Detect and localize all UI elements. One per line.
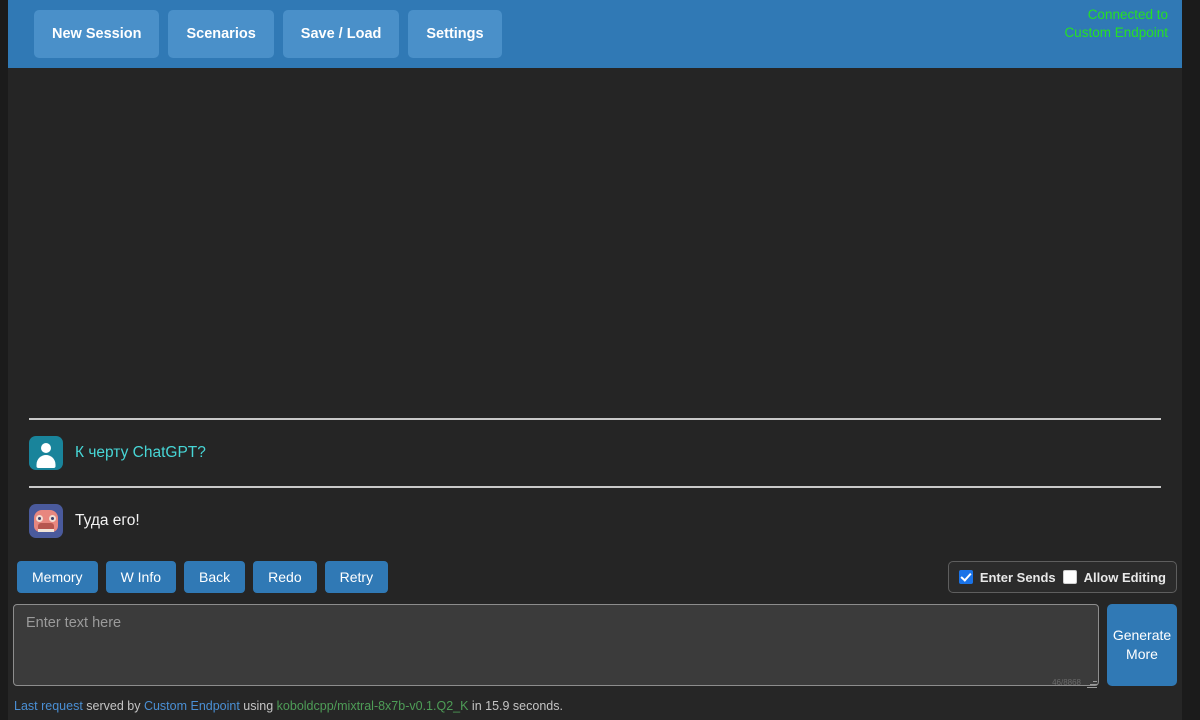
action-button-group: Memory W Info Back Redo Retry xyxy=(12,561,388,593)
app-root: New Session Scenarios Save / Load Settin… xyxy=(0,0,1200,720)
nav-button-new-session[interactable]: New Session xyxy=(34,10,159,58)
nav-button-save-load[interactable]: Save / Load xyxy=(283,10,400,58)
connection-status-line2: Custom Endpoint xyxy=(988,24,1168,42)
chat-message-text: Туда его! xyxy=(75,511,140,531)
model-name: koboldcpp/mixtral-8x7b-v0.1.Q2_K xyxy=(277,699,469,713)
generate-more-button[interactable]: Generate More xyxy=(1107,604,1177,686)
last-request-link[interactable]: Last request xyxy=(14,699,83,713)
status-duration: in 15.9 seconds. xyxy=(468,699,563,713)
input-row: 46/8868 Generate More xyxy=(8,600,1182,696)
nav-button-group: New Session Scenarios Save / Load Settin… xyxy=(8,10,502,58)
allow-editing-label[interactable]: Allow Editing xyxy=(1084,570,1166,585)
chat-message-text: К черту ChatGPT? xyxy=(75,443,206,463)
option-allow-editing[interactable]: Allow Editing xyxy=(1063,570,1166,585)
status-served-by: served by xyxy=(83,699,144,713)
generate-label-line1: Generate xyxy=(1113,627,1171,643)
options-group: Enter Sends Allow Editing xyxy=(948,561,1177,593)
enter-sends-checkbox[interactable] xyxy=(959,570,973,584)
connection-status: Connected to Custom Endpoint xyxy=(988,6,1168,42)
allow-editing-checkbox[interactable] xyxy=(1063,570,1077,584)
endpoint-link[interactable]: Custom Endpoint xyxy=(144,699,240,713)
chat-message-bot[interactable]: Туда его! xyxy=(20,488,1170,554)
nav-button-settings[interactable]: Settings xyxy=(408,10,501,58)
action-button-retry[interactable]: Retry xyxy=(325,561,388,593)
action-button-w-info[interactable]: W Info xyxy=(106,561,176,593)
text-input-wrapper: 46/8868 xyxy=(13,604,1099,691)
action-toolbar: Memory W Info Back Redo Retry Enter Send… xyxy=(8,554,1182,600)
action-button-memory[interactable]: Memory xyxy=(17,561,98,593)
nav-button-scenarios[interactable]: Scenarios xyxy=(168,10,273,58)
main-panel: New Session Scenarios Save / Load Settin… xyxy=(8,0,1182,720)
top-navigation-bar: New Session Scenarios Save / Load Settin… xyxy=(8,0,1182,68)
monster-face-icon xyxy=(29,504,63,538)
status-using: using xyxy=(240,699,277,713)
option-enter-sends[interactable]: Enter Sends xyxy=(959,570,1056,585)
status-bar: Last request served by Custom Endpoint u… xyxy=(8,696,1182,720)
chat-message-user[interactable]: К черту ChatGPT? xyxy=(20,420,1170,486)
user-person-icon xyxy=(29,436,63,470)
message-input[interactable] xyxy=(13,604,1099,686)
generate-label-line2: More xyxy=(1126,646,1158,662)
connection-status-line1: Connected to xyxy=(988,6,1168,24)
enter-sends-label[interactable]: Enter Sends xyxy=(980,570,1056,585)
chat-transcript[interactable]: К черту ChatGPT? Туда его! xyxy=(8,68,1182,554)
chat-empty-space xyxy=(20,68,1170,418)
action-button-redo[interactable]: Redo xyxy=(253,561,316,593)
action-button-back[interactable]: Back xyxy=(184,561,245,593)
